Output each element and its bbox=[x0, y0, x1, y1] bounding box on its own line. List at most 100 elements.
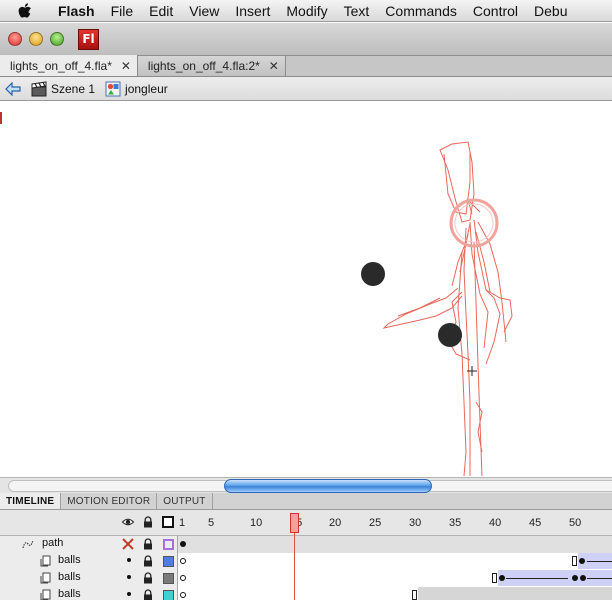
close-window-button[interactable] bbox=[8, 32, 22, 46]
visibility-dot[interactable] bbox=[127, 575, 131, 579]
layer-row-balls[interactable]: balls bbox=[0, 587, 612, 600]
stage-canvas[interactable] bbox=[0, 102, 612, 477]
layer-outline-color[interactable] bbox=[163, 539, 174, 550]
layer-name-cell[interactable]: balls bbox=[0, 553, 178, 570]
menu-text[interactable]: Text bbox=[336, 0, 378, 22]
empty-keyframe[interactable] bbox=[180, 592, 186, 598]
menu-modify[interactable]: Modify bbox=[278, 0, 335, 22]
layer-name-cell[interactable]: balls bbox=[0, 570, 178, 587]
layer-row-balls[interactable]: balls bbox=[0, 553, 612, 570]
layer-name[interactable]: balls bbox=[58, 588, 81, 600]
tween-arrow bbox=[587, 578, 612, 579]
juggler-sketch bbox=[382, 141, 513, 477]
guided-layer-icon bbox=[40, 555, 51, 567]
layer-outline-color[interactable] bbox=[163, 590, 174, 600]
visibility-dot[interactable] bbox=[127, 558, 131, 562]
menu-edit[interactable]: Edit bbox=[141, 0, 181, 22]
apple-icon[interactable] bbox=[18, 2, 38, 19]
layer-frames-balls[interactable] bbox=[178, 553, 612, 570]
ruler-label: 5 bbox=[208, 517, 215, 529]
ball-1[interactable] bbox=[361, 262, 385, 286]
keyframe[interactable] bbox=[180, 541, 186, 547]
document-tab-2[interactable]: lights_on_off_4.fla:2* ✕ bbox=[137, 56, 286, 76]
layer-outline-color[interactable] bbox=[163, 573, 174, 584]
ruler-label: 50 bbox=[569, 517, 582, 529]
empty-keyframe[interactable] bbox=[180, 575, 186, 581]
tab-motion-editor[interactable]: MOTION EDITOR bbox=[61, 493, 158, 509]
lock-icon[interactable] bbox=[142, 589, 154, 600]
back-arrow-icon[interactable] bbox=[5, 81, 23, 96]
tab-timeline[interactable]: TIMELINE bbox=[0, 493, 62, 509]
layer-outline-color[interactable] bbox=[163, 556, 174, 567]
tab-output[interactable]: OUTPUT bbox=[157, 493, 213, 509]
tween-arrow bbox=[587, 561, 612, 562]
layer-name[interactable]: balls bbox=[58, 554, 81, 566]
end-frame[interactable] bbox=[412, 590, 417, 600]
zoom-window-button[interactable] bbox=[50, 32, 64, 46]
scene-clapper-icon bbox=[31, 80, 47, 96]
playhead-handle[interactable] bbox=[290, 513, 299, 533]
layer-row-balls[interactable]: balls bbox=[0, 570, 612, 587]
stage-artwork bbox=[361, 141, 513, 477]
end-frame[interactable] bbox=[492, 573, 497, 583]
timeline-header: 1 5 10 15 20 25 30 35 40 45 50 bbox=[0, 510, 612, 536]
motion-guide-icon bbox=[22, 539, 34, 549]
ball-2[interactable] bbox=[438, 323, 462, 347]
window-titlebar: Fl bbox=[0, 23, 612, 56]
keyframe[interactable] bbox=[579, 558, 585, 564]
ruler-label: 45 bbox=[529, 517, 542, 529]
menu-file[interactable]: File bbox=[103, 0, 142, 22]
lock-icon[interactable] bbox=[142, 572, 154, 584]
keyframe[interactable] bbox=[572, 575, 578, 581]
document-tab-bar: lights_on_off_4.fla* ✕ lights_on_off_4.f… bbox=[0, 55, 612, 77]
layer-row-path[interactable]: path bbox=[0, 536, 612, 553]
outline-icon[interactable] bbox=[162, 516, 174, 528]
flash-logo-icon: Fl bbox=[78, 29, 99, 50]
scrollbar-thumb[interactable] bbox=[224, 479, 432, 493]
frame-ruler[interactable]: 1 5 10 15 20 25 30 35 40 45 50 bbox=[178, 510, 612, 536]
tween-arrow bbox=[506, 578, 568, 579]
ruler-label: 35 bbox=[449, 517, 462, 529]
minimize-window-button[interactable] bbox=[29, 32, 43, 46]
frame-span[interactable] bbox=[418, 587, 612, 600]
layer-frames-balls[interactable] bbox=[178, 570, 612, 587]
stage-horizontal-scrollbar[interactable] bbox=[0, 477, 612, 493]
ruler-label: 1 bbox=[179, 517, 186, 529]
edit-bar: Szene 1 jongleur bbox=[0, 77, 612, 101]
ruler-label: 40 bbox=[489, 517, 502, 529]
keyframe[interactable] bbox=[580, 575, 586, 581]
layer-name[interactable]: path bbox=[42, 537, 63, 549]
ruler-label: 30 bbox=[409, 517, 422, 529]
layer-name[interactable]: balls bbox=[58, 571, 81, 583]
document-tab-1[interactable]: lights_on_off_4.fla* ✕ bbox=[0, 55, 138, 76]
visibility-dot[interactable] bbox=[127, 592, 131, 596]
menu-insert[interactable]: Insert bbox=[227, 0, 278, 22]
menu-app-name[interactable]: Flash bbox=[54, 0, 103, 22]
ruler-label: 25 bbox=[369, 517, 382, 529]
close-tab-icon[interactable]: ✕ bbox=[269, 59, 279, 73]
layer-frames-path[interactable] bbox=[178, 536, 612, 553]
keyframe[interactable] bbox=[499, 575, 505, 581]
eye-icon[interactable] bbox=[122, 516, 134, 528]
layer-frames-balls[interactable] bbox=[178, 587, 612, 600]
menu-commands[interactable]: Commands bbox=[377, 0, 465, 22]
layer-name-cell[interactable]: path bbox=[0, 536, 178, 553]
lock-icon[interactable] bbox=[142, 538, 154, 550]
movieclip-symbol-icon bbox=[105, 81, 121, 96]
layer-name-cell[interactable]: balls bbox=[0, 587, 178, 600]
breadcrumb-scene[interactable]: Szene 1 bbox=[51, 82, 95, 96]
lock-icon[interactable] bbox=[142, 555, 154, 567]
ruler-label: 20 bbox=[329, 517, 342, 529]
empty-keyframe[interactable] bbox=[180, 558, 186, 564]
hidden-x-icon[interactable] bbox=[122, 538, 134, 550]
guided-layer-icon bbox=[40, 589, 51, 600]
menu-bar: Flash File Edit View Insert Modify Text … bbox=[0, 0, 612, 22]
menu-control[interactable]: Control bbox=[465, 0, 526, 22]
menu-debug[interactable]: Debu bbox=[526, 0, 575, 22]
menu-view[interactable]: View bbox=[181, 0, 227, 22]
lock-icon[interactable] bbox=[142, 516, 154, 528]
close-tab-icon[interactable]: ✕ bbox=[121, 59, 131, 73]
breadcrumb-symbol[interactable]: jongleur bbox=[125, 82, 168, 96]
end-frame[interactable] bbox=[572, 556, 577, 566]
ruler-label: 10 bbox=[250, 517, 263, 529]
